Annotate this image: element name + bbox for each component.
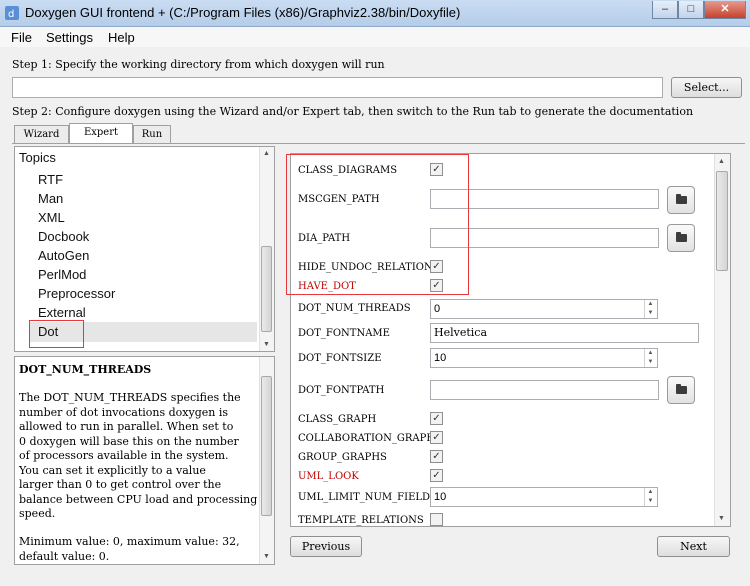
label-uml-limit-num-fields: UML_LIMIT_NUM_FIELDS bbox=[298, 492, 437, 503]
scroll-up-icon[interactable]: ▲ bbox=[716, 156, 727, 167]
scroll-down-icon[interactable]: ▼ bbox=[261, 551, 272, 562]
help-text-line: The DOT_NUM_THREADS specifies the bbox=[19, 391, 241, 404]
tab-expert[interactable]: Expert bbox=[69, 123, 133, 144]
label-collaboration-graph: COLLABORATION_GRAPH bbox=[298, 433, 436, 444]
next-button[interactable]: Next bbox=[657, 536, 730, 557]
help-text-line: allowed to run in parallel. When set to bbox=[19, 420, 234, 433]
checkbox-collaboration-graph[interactable]: ✓ bbox=[430, 431, 443, 444]
spin-down-icon[interactable]: ▼ bbox=[644, 358, 656, 367]
scroll-down-icon[interactable]: ▼ bbox=[716, 513, 727, 524]
topic-item[interactable]: RTF bbox=[38, 172, 63, 187]
label-dot-fontpath: DOT_FONTPATH bbox=[298, 385, 385, 396]
spin-up-icon[interactable]: ▲ bbox=[644, 349, 656, 358]
label-dot-fontsize: DOT_FONTSIZE bbox=[298, 353, 382, 364]
scroll-down-icon[interactable]: ▼ bbox=[261, 339, 272, 350]
help-text-line: of processors available in the system. bbox=[19, 449, 229, 462]
topics-scroll-thumb[interactable] bbox=[261, 246, 272, 332]
menu-settings[interactable]: Settings bbox=[46, 30, 93, 45]
working-directory-input[interactable] bbox=[12, 77, 663, 98]
help-text-line: You can set it explicitly to a value bbox=[19, 463, 206, 477]
topic-item[interactable]: Preprocessor bbox=[38, 286, 115, 301]
checkbox-class-graph[interactable]: ✓ bbox=[430, 412, 443, 425]
label-uml-look: UML_LOOK bbox=[298, 471, 359, 482]
menu-file[interactable]: File bbox=[11, 30, 32, 45]
help-text-line: balance between CPU load and processing bbox=[19, 492, 258, 506]
tab-divider bbox=[12, 143, 745, 144]
step2-label: Step 2: Configure doxygen using the Wiza… bbox=[12, 105, 694, 118]
dot-num-threads-spinbox[interactable]: 0 bbox=[430, 299, 658, 319]
help-footer-line: default value: 0. bbox=[19, 549, 110, 563]
folder-icon bbox=[676, 194, 687, 204]
close-button[interactable]: ✕ bbox=[704, 1, 746, 19]
doxygen-app-icon: d bbox=[5, 6, 19, 20]
spin-up-icon[interactable]: ▲ bbox=[644, 488, 656, 497]
browse-dot-fontpath-button[interactable] bbox=[667, 376, 695, 404]
svg-text:d: d bbox=[8, 9, 14, 20]
label-class-graph: CLASS_GRAPH bbox=[298, 414, 377, 425]
browse-dia-path-button[interactable] bbox=[667, 224, 695, 252]
menu-help[interactable]: Help bbox=[108, 30, 135, 45]
topic-item[interactable]: PerlMod bbox=[38, 267, 86, 282]
dot-fontname-input[interactable]: Helvetica bbox=[430, 323, 699, 343]
scroll-up-icon[interactable]: ▲ bbox=[261, 148, 272, 159]
help-text-line: larger than 0 to get control over the bbox=[19, 478, 222, 491]
spin-down-icon[interactable]: ▼ bbox=[644, 497, 656, 506]
spin-up-icon[interactable]: ▲ bbox=[644, 300, 656, 309]
step1-label: Step 1: Specify the working directory fr… bbox=[12, 58, 385, 71]
spin-down-icon[interactable]: ▼ bbox=[644, 309, 656, 318]
tab-wizard[interactable]: Wizard bbox=[14, 125, 69, 143]
help-scroll-thumb[interactable] bbox=[261, 376, 272, 516]
browse-mscgen-path-button[interactable] bbox=[667, 186, 695, 214]
label-dot-num-threads: DOT_NUM_THREADS bbox=[298, 303, 411, 314]
annotation-box-dot bbox=[29, 320, 84, 348]
select-directory-button[interactable]: Select... bbox=[671, 77, 742, 98]
topic-item[interactable]: AutoGen bbox=[38, 248, 89, 263]
help-text-line: number of dot invocations doxygen is bbox=[19, 405, 228, 419]
topic-item[interactable]: Docbook bbox=[38, 229, 89, 244]
minimize-button[interactable]: – bbox=[652, 1, 678, 19]
window-title: Doxygen GUI frontend + (C:/Program Files… bbox=[25, 5, 461, 20]
topic-item[interactable]: Man bbox=[38, 191, 63, 206]
help-title: DOT_NUM_THREADS bbox=[19, 363, 152, 376]
topic-item[interactable]: XML bbox=[38, 210, 65, 225]
label-dot-fontname: DOT_FONTNAME bbox=[298, 328, 390, 339]
help-text-line: speed. bbox=[19, 507, 56, 520]
checkbox-group-graphs[interactable]: ✓ bbox=[430, 450, 443, 463]
label-template-relations: TEMPLATE_RELATIONS bbox=[298, 515, 424, 526]
help-text-line: 0 doxygen will base this on the number bbox=[19, 434, 239, 448]
topic-item[interactable]: External bbox=[38, 305, 86, 320]
help-footer-line: Minimum value: 0, maximum value: 32, bbox=[19, 535, 240, 548]
label-group-graphs: GROUP_GRAPHS bbox=[298, 452, 387, 463]
dot-fontpath-input[interactable] bbox=[430, 380, 659, 400]
checkbox-uml-look[interactable]: ✓ bbox=[430, 469, 443, 482]
uml-limit-num-fields-spinbox[interactable]: 10 bbox=[430, 487, 658, 507]
checkbox-template-relations[interactable] bbox=[430, 513, 443, 526]
dot-fontsize-spinbox[interactable]: 10 bbox=[430, 348, 658, 368]
maximize-button[interactable]: □ bbox=[678, 1, 704, 19]
settings-scroll-thumb[interactable] bbox=[716, 171, 728, 271]
folder-icon bbox=[676, 232, 687, 242]
folder-icon bbox=[676, 384, 687, 394]
topics-header: Topics bbox=[19, 150, 56, 165]
tab-run[interactable]: Run bbox=[133, 125, 171, 143]
annotation-box-dot-settings bbox=[286, 154, 469, 295]
previous-button[interactable]: Previous bbox=[290, 536, 362, 557]
